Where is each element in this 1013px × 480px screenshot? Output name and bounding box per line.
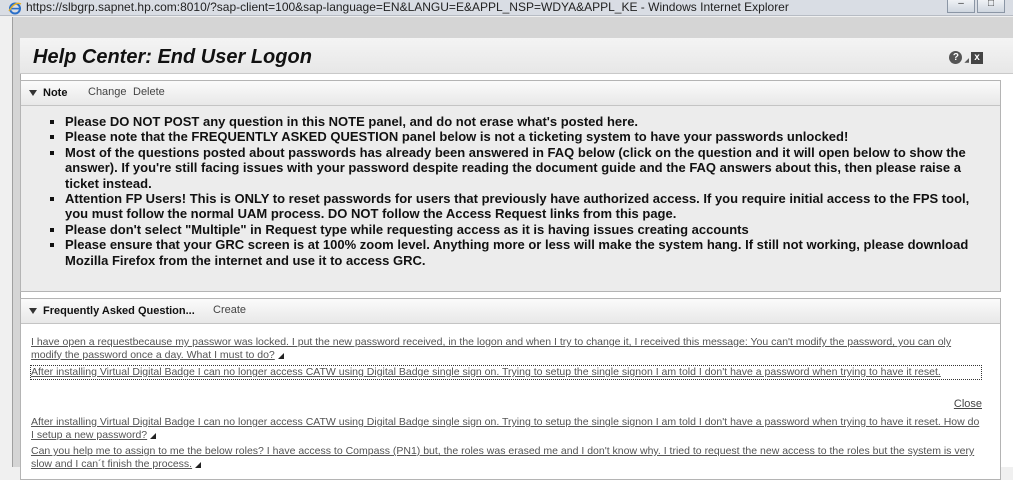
note-item: Attention FP Users! This is ONLY to rese… (65, 191, 1000, 222)
faq-question-text[interactable]: Can you help me to assign to me the belo… (31, 445, 974, 470)
note-item: Most of the questions posted about passw… (65, 145, 1000, 191)
note-item: Please ensure that your GRC screen is at… (65, 237, 1000, 268)
app-header: Help Center: End User Logon ? ◢ x (20, 38, 1013, 74)
faq-question-link[interactable]: After installing Virtual Digital Badge I… (30, 365, 982, 380)
expand-marker-icon (277, 352, 284, 359)
help-icon[interactable]: ? (949, 51, 963, 64)
collapse-icon[interactable] (29, 90, 37, 96)
faq-question-link[interactable]: After installing Virtual Digital Badge I… (31, 416, 981, 441)
minimize-button[interactable]: – (947, 0, 975, 13)
faq-question-link[interactable]: Can you help me to assign to me the belo… (31, 445, 981, 470)
internet-explorer-icon (8, 1, 22, 15)
faq-panel-header: Frequently Asked Question... Create (21, 299, 1000, 324)
maximize-button[interactable]: □ (977, 0, 1005, 13)
faq-question-link[interactable]: I have open a requestbecause my passwor … (31, 336, 981, 361)
window-controls: – □ (947, 0, 1005, 13)
page-title: Help Center: End User Logon (33, 46, 312, 68)
expand-marker-icon (150, 432, 157, 439)
faq-panel: Frequently Asked Question... Create I ha… (20, 298, 1001, 480)
faq-panel-title[interactable]: Frequently Asked Question... (43, 305, 195, 317)
collapse-icon[interactable] (29, 308, 37, 314)
header-icons: ? ◢ x (949, 51, 983, 64)
dropdown-icon[interactable]: ◢ (964, 57, 969, 64)
note-item: Please DO NOT POST any question in this … (65, 114, 1000, 129)
faq-question-text[interactable]: After installing Virtual Digital Badge I… (31, 416, 979, 441)
browser-title-bar: https://slbgrp.sapnet.hp.com:8010/?sap-c… (0, 0, 1013, 16)
close-answer-link[interactable]: Close (954, 398, 982, 410)
browser-title: https://slbgrp.sapnet.hp.com:8010/?sap-c… (26, 0, 789, 14)
note-item: Please don't select "Multiple" in Reques… (65, 222, 1000, 237)
note-list: Please DO NOT POST any question in this … (21, 106, 1000, 268)
close-icon[interactable]: x (971, 51, 983, 64)
note-panel-title[interactable]: Note (43, 87, 67, 99)
note-panel-body: Please DO NOT POST any question in this … (21, 106, 1000, 291)
change-button[interactable]: Change (88, 86, 127, 98)
note-panel-header: Note Change Delete (21, 81, 1000, 106)
faq-question-text[interactable]: I have open a requestbecause my passwor … (31, 336, 951, 361)
note-panel: Note Change Delete Please DO NOT POST an… (20, 80, 1001, 292)
delete-button[interactable]: Delete (133, 86, 165, 98)
note-item: Please note that the FREQUENTLY ASKED QU… (65, 129, 1000, 144)
faq-question-text[interactable]: After installing Virtual Digital Badge I… (31, 366, 941, 378)
create-button[interactable]: Create (213, 304, 246, 316)
